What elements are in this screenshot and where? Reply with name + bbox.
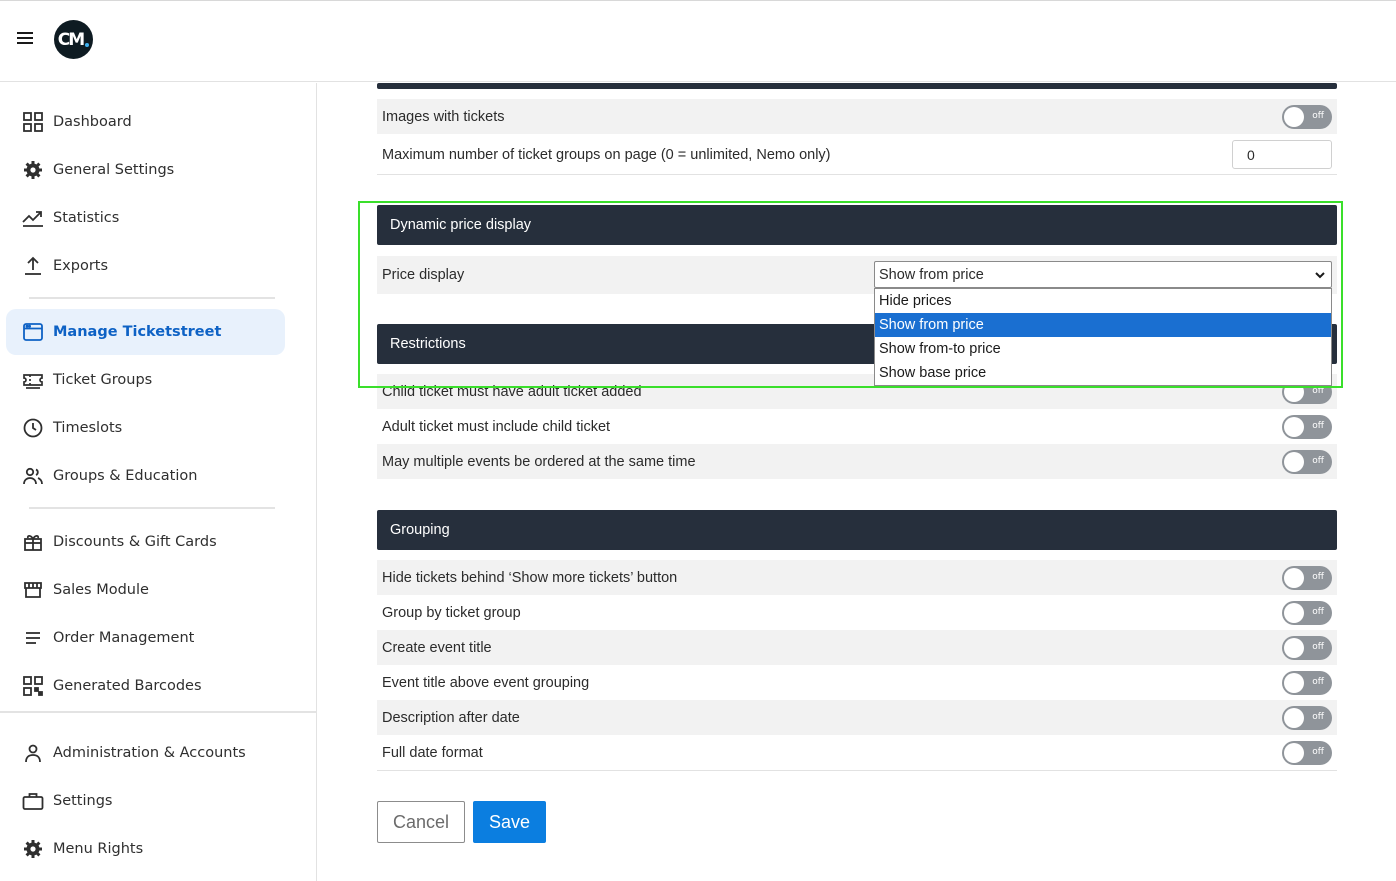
setting-row-adult-ticket-child: Adult ticket must include child ticket o…	[377, 409, 1337, 444]
toggle-switch[interactable]: off	[1282, 635, 1332, 660]
toggle-switch[interactable]: off	[1282, 740, 1332, 765]
sidebar-item-label: General Settings	[53, 162, 175, 178]
setting-row-event-title-above: Event title above event grouping off	[377, 665, 1337, 700]
setting-label: Hide tickets behind ‘Show more tickets’ …	[382, 569, 678, 586]
sidebar-item-ticket-groups[interactable]: Ticket Groups	[6, 357, 285, 403]
section-header-grouping: Grouping	[377, 510, 1337, 550]
setting-label: Images with tickets	[382, 108, 505, 125]
dashboard-icon	[22, 111, 44, 133]
setting-row-description-after-date: Description after date off	[377, 700, 1337, 735]
sidebar-item-label: Sales Module	[53, 582, 149, 598]
briefcase-icon	[22, 790, 44, 812]
sidebar-item-order-management[interactable]: Order Management	[6, 615, 285, 661]
setting-row-images-with-tickets: Images with tickets off	[377, 99, 1337, 134]
toggle-switch[interactable]: off	[1282, 449, 1332, 474]
setting-label: Group by ticket group	[382, 604, 521, 621]
sidebar-item-general-settings[interactable]: General Settings	[6, 147, 285, 193]
setting-label: Create event title	[382, 639, 492, 656]
save-button[interactable]: Save	[473, 801, 546, 843]
sidebar-item-manage-ticketstreet[interactable]: Manage Ticketstreet	[6, 309, 285, 355]
sidebar-item-label: Settings	[53, 793, 113, 809]
clock-icon	[22, 417, 44, 439]
setting-label: May multiple events be ordered at the sa…	[382, 453, 696, 470]
price-display-select[interactable]: Show from price	[874, 261, 1332, 288]
sidebar: Dashboard General Settings Statistics Ex…	[0, 83, 317, 881]
toggle-switch[interactable]: off	[1282, 565, 1332, 590]
sidebar-item-label: Statistics	[53, 210, 120, 226]
section-header-partial	[377, 83, 1337, 89]
toggle-switch[interactable]: off	[1282, 600, 1332, 625]
sidebar-item-label: Manage Ticketstreet	[53, 324, 222, 340]
cancel-button[interactable]: Cancel	[377, 801, 465, 843]
sidebar-item-administration-accounts[interactable]: Administration & Accounts	[6, 730, 285, 776]
gear-icon	[22, 838, 44, 860]
setting-row-hide-tickets: Hide tickets behind ‘Show more tickets’ …	[377, 560, 1337, 595]
sidebar-divider	[29, 297, 275, 299]
max-ticket-groups-input[interactable]	[1232, 140, 1332, 169]
dropdown-option-show-from-price[interactable]: Show from price	[875, 313, 1331, 337]
toggle-switch[interactable]: off	[1282, 104, 1332, 129]
qr-code-icon	[22, 675, 44, 697]
setting-label: Event title above event grouping	[382, 674, 590, 691]
sidebar-item-label: Menu Rights	[53, 841, 144, 857]
setting-row-group-by-ticket-group: Group by ticket group off	[377, 595, 1337, 630]
setting-label: Adult ticket must include child ticket	[382, 418, 611, 435]
sidebar-divider	[0, 711, 316, 713]
chevron-down-icon	[1314, 269, 1326, 281]
sidebar-item-label: Groups & Education	[53, 468, 198, 484]
main-content: Images with tickets off Maximum number o…	[318, 83, 1396, 881]
sidebar-item-label: Administration & Accounts	[53, 745, 246, 761]
logo-text: CM	[57, 29, 85, 50]
gift-icon	[22, 531, 44, 553]
user-icon	[22, 742, 44, 764]
sidebar-item-groups-education[interactable]: Groups & Education	[6, 453, 285, 499]
sidebar-item-statistics[interactable]: Statistics	[6, 195, 285, 241]
price-display-dropdown: Hide prices Show from price Show from-to…	[874, 288, 1332, 386]
sidebar-item-label: Order Management	[53, 630, 195, 646]
list-icon	[22, 627, 44, 649]
sidebar-item-label: Discounts & Gift Cards	[53, 534, 217, 550]
ticket-icon	[22, 369, 44, 391]
toggle-switch[interactable]: off	[1282, 705, 1332, 730]
section-header-dynamic-price: Dynamic price display	[377, 205, 1337, 245]
dropdown-option-show-from-to-price[interactable]: Show from-to price	[875, 337, 1331, 361]
browser-window-icon	[22, 321, 44, 343]
toggle-switch[interactable]: off	[1282, 414, 1332, 439]
cm-logo[interactable]: CM	[54, 20, 93, 59]
sidebar-item-label: Exports	[53, 258, 109, 274]
people-icon	[22, 465, 44, 487]
setting-row-max-ticket-groups: Maximum number of ticket groups on page …	[377, 136, 1337, 174]
setting-label: Maximum number of ticket groups on page …	[382, 147, 831, 163]
toggle-switch[interactable]: off	[1282, 670, 1332, 695]
sidebar-item-label: Timeslots	[53, 420, 123, 436]
top-bar: CM	[0, 0, 1396, 82]
export-icon	[22, 255, 44, 277]
setting-label: Description after date	[382, 709, 520, 726]
setting-row-create-event-title: Create event title off	[377, 630, 1337, 665]
sidebar-item-settings[interactable]: Settings	[6, 778, 285, 824]
setting-row-multiple-events: May multiple events be ordered at the sa…	[377, 444, 1337, 479]
divider	[377, 770, 1337, 771]
sidebar-item-sales-module[interactable]: Sales Module	[6, 567, 285, 613]
setting-row-full-date-format: Full date format off	[377, 735, 1337, 770]
sidebar-item-label: Ticket Groups	[53, 372, 153, 388]
sidebar-item-label: Dashboard	[53, 114, 132, 130]
gear-icon	[22, 159, 44, 181]
hamburger-menu-icon[interactable]	[17, 32, 33, 46]
sidebar-item-timeslots[interactable]: Timeslots	[6, 405, 285, 451]
sidebar-item-discounts-gift-cards[interactable]: Discounts & Gift Cards	[6, 519, 285, 565]
select-value: Show from price	[879, 266, 984, 283]
store-icon	[22, 579, 44, 601]
chart-line-icon	[22, 207, 44, 229]
sidebar-item-label: Generated Barcodes	[53, 678, 202, 694]
sidebar-item-generated-barcodes[interactable]: Generated Barcodes	[6, 663, 285, 709]
dropdown-option-show-base-price[interactable]: Show base price	[875, 361, 1331, 385]
sidebar-item-exports[interactable]: Exports	[6, 243, 285, 289]
divider	[377, 174, 1337, 175]
sidebar-divider	[29, 507, 275, 509]
dropdown-option-hide-prices[interactable]: Hide prices	[875, 289, 1331, 313]
setting-label: Full date format	[382, 744, 483, 761]
sidebar-item-menu-rights[interactable]: Menu Rights	[6, 826, 285, 872]
sidebar-item-dashboard[interactable]: Dashboard	[6, 99, 285, 145]
